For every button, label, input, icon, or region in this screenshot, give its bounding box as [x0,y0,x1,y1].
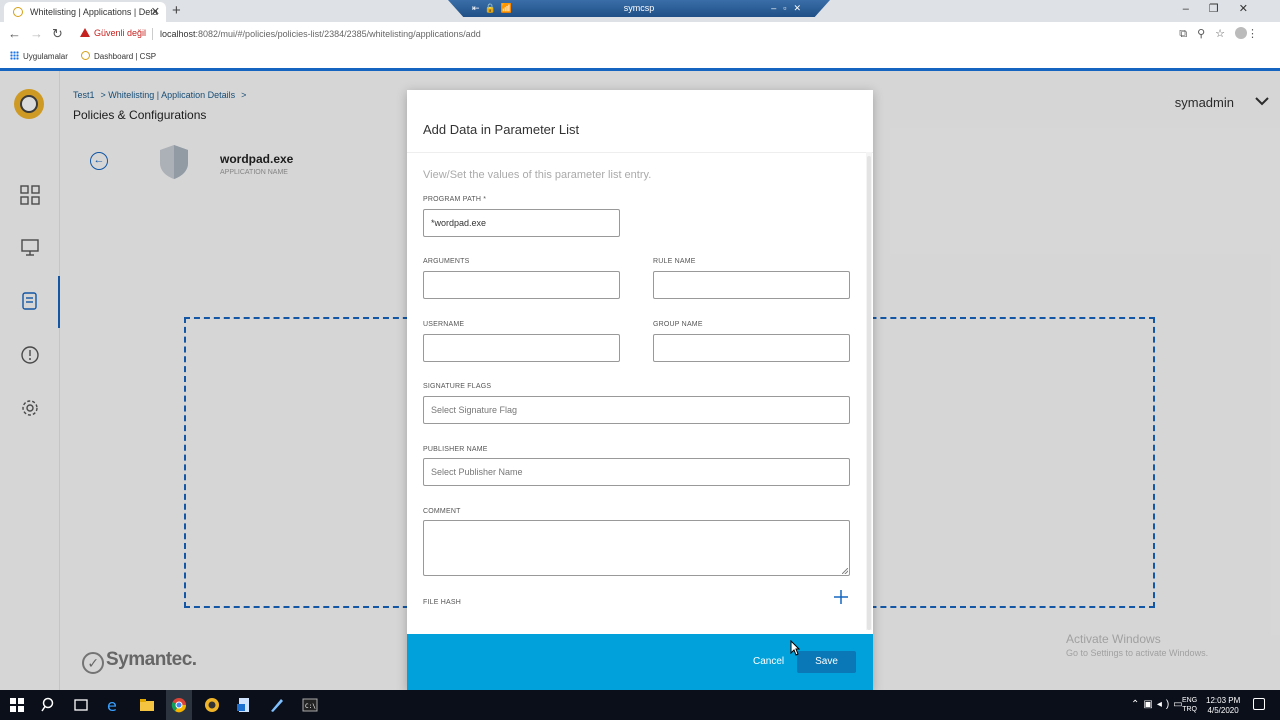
back-arrow-icon[interactable]: ← [8,26,21,41]
url-path: :8082/mui/#/policies/policies-list/2384/… [195,29,481,39]
program-path-label: PROGRAM PATH * [423,196,487,203]
command-prompt-icon[interactable]: C:\ [301,696,319,714]
dialog-description: View/Set the values of this parameter li… [423,169,652,181]
program-path-input[interactable] [423,209,620,237]
forward-arrow-icon[interactable]: → [30,26,43,41]
clock-date: 4/5/2020 [1207,706,1239,715]
system-clock[interactable]: 12:03 PM 4/5/2020 [1206,696,1240,716]
remote-window-controls-icon[interactable]: –▫✕ [771,0,808,17]
tab-title: Whitelisting | Applications | Deta [30,7,158,17]
windows-start-icon[interactable] [8,696,26,714]
browser-tab-bar: Whitelisting | Applications | Deta ✕ + ⇤… [0,0,1280,22]
search-icon[interactable] [40,696,58,714]
divider [152,28,153,40]
window-controls-icon[interactable]: –❐✕ [1183,2,1268,15]
svg-text:e: e [107,696,117,714]
wordpad-icon[interactable] [268,696,286,714]
translate-icon[interactable]: ⧉ [1179,28,1197,40]
address-bar: ← → ↻ Güvenli değil localhost:8082/mui/#… [0,22,1280,47]
bookmarks-bar: Uygulamalar Dashboard | CSP [0,47,1280,66]
group-name-input[interactable] [653,334,850,362]
warning-icon [80,28,90,37]
windows-taskbar: e C:\ ⌃▣◂)▭ ENG TRQ 12:03 PM 4/5/2020 [0,690,1280,720]
site-favicon-icon [81,51,90,60]
arguments-label: ARGUMENTS [423,258,470,265]
bookmark-dashboard[interactable]: Dashboard | CSP [81,51,156,61]
rule-name-label: RULE NAME [653,258,696,265]
security-label: Güvenli değil [94,28,147,38]
publisher-name-label: PUBLISHER NAME [423,446,488,453]
signature-flags-label: SIGNATURE FLAGS [423,383,492,390]
bookmark-star-icon[interactable]: ☆ [1215,28,1235,40]
comment-label: COMMENT [423,508,461,515]
clock-time: 12:03 PM [1206,696,1241,705]
url-field[interactable]: localhost:8082/mui/#/policies/policies-l… [160,29,481,39]
divider [407,152,873,153]
bookmark-apps[interactable]: Uygulamalar [10,51,68,61]
apps-grid-icon [10,51,19,60]
bookmark-label: Dashboard | CSP [94,52,157,61]
arguments-input[interactable] [423,271,620,299]
signature-flag-select[interactable]: Select Signature Flag [423,396,850,424]
url-host: localhost [160,29,196,39]
chrome-icon[interactable] [170,696,188,714]
zoom-icon[interactable]: ⚲ [1197,28,1215,40]
file-hash-label: FILE HASH [423,599,461,606]
tab-close-icon[interactable]: ✕ [151,2,160,22]
language-primary: ENG [1182,697,1198,704]
remote-title: symcsp [623,3,655,13]
reload-icon[interactable]: ↻ [52,26,63,42]
cancel-button[interactable]: Cancel [753,656,784,667]
security-warning[interactable]: Güvenli değil [80,28,146,38]
file-explorer-icon[interactable] [138,696,156,714]
dialog-footer: Cancel Save [407,634,873,691]
input-language[interactable]: ENG TRQ [1182,696,1197,714]
system-tray-icons[interactable]: ⌃▣◂)▭ [1131,699,1187,710]
profile-avatar-icon[interactable] [1235,27,1247,39]
add-file-hash-plus-icon[interactable] [834,590,848,604]
symantec-app-icon[interactable] [203,696,221,714]
svg-text:C:\: C:\ [305,703,316,710]
group-name-label: GROUP NAME [653,321,703,328]
site-favicon-icon [13,7,23,17]
comment-textarea[interactable] [423,520,850,576]
browser-tab[interactable]: Whitelisting | Applications | Deta ✕ [4,2,166,22]
menu-kebab-icon[interactable]: ⋮ [1247,28,1268,40]
publisher-name-select[interactable]: Select Publisher Name [423,458,850,486]
mouse-cursor-icon [790,640,800,656]
save-button[interactable]: Save [797,651,856,673]
dialog-title: Add Data in Parameter List [423,122,580,137]
parameter-list-dialog: Add Data in Parameter List View/Set the … [407,90,873,691]
task-view-icon[interactable] [72,696,90,714]
resize-grip-icon[interactable] [842,568,848,574]
remote-session-bar: ⇤🔒📶 symcsp –▫✕ [448,0,830,17]
internet-explorer-icon[interactable]: e [105,696,123,714]
username-input[interactable] [423,334,620,362]
notification-center-icon[interactable] [1253,698,1265,710]
language-secondary: TRQ [1182,706,1197,713]
username-label: USERNAME [423,321,465,328]
remote-pin-icon[interactable]: ⇤🔒📶 [472,0,517,17]
bookmark-label: Uygulamalar [23,52,68,61]
address-bar-actions: ⧉⚲☆ ⋮ [1179,27,1268,41]
scrollbar-thumb[interactable] [867,156,871,630]
document-app-icon[interactable] [235,696,253,714]
new-tab-icon[interactable]: + [172,2,181,19]
rule-name-input[interactable] [653,271,850,299]
